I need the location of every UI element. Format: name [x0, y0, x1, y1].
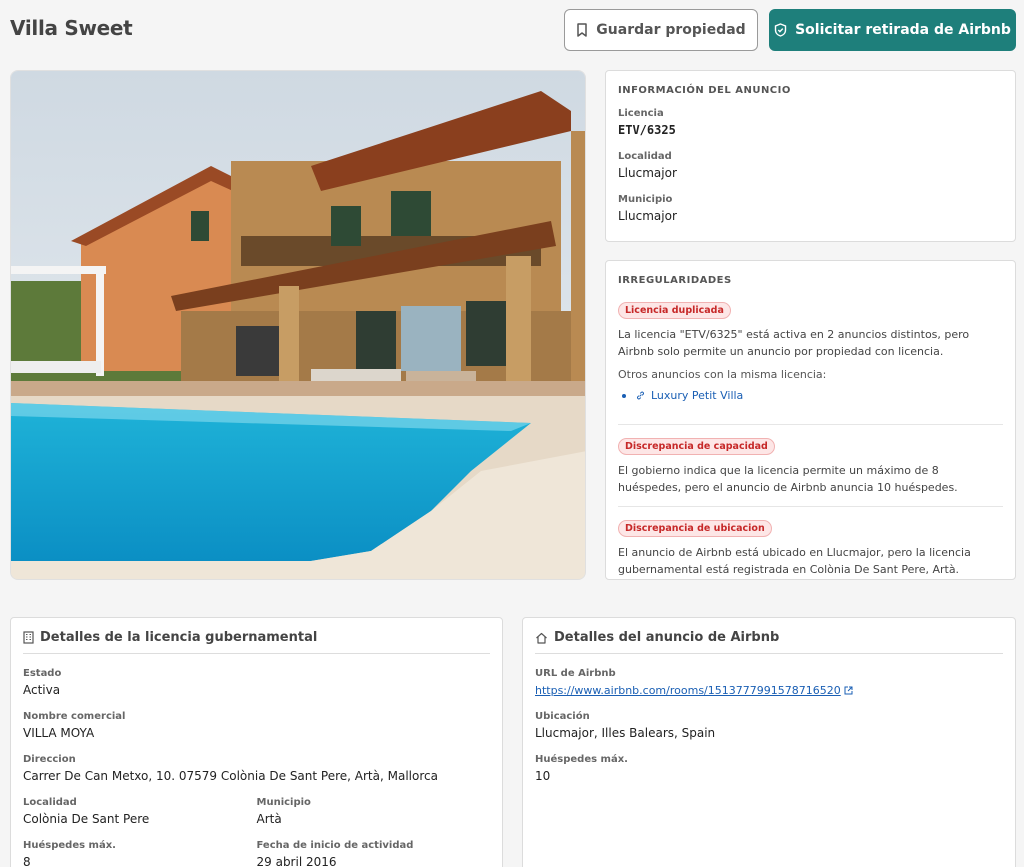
trade-name-value: VILLA MOYA	[23, 726, 95, 740]
trade-name-label: Nombre comercial	[23, 711, 126, 722]
airbnb-url-label: URL de Airbnb	[535, 668, 616, 679]
request-removal-label: Solicitar retirada de Airbnb	[795, 22, 1011, 38]
address-value: Carrer De Can Metxo, 10. 07579 Colònia D…	[23, 769, 438, 783]
address-label: Direccion	[23, 754, 76, 765]
irregularity-text: La licencia "ETV/6325" está activa en 2 …	[618, 328, 970, 358]
irregularities-card: IRREGULARIDADES Licencia duplicada La li…	[605, 260, 1016, 580]
save-property-button[interactable]: Guardar propiedad	[564, 9, 758, 51]
locality-value: Colònia De Sant Pere	[23, 812, 150, 826]
request-removal-button[interactable]: Solicitar retirada de Airbnb	[769, 9, 1016, 51]
locality-label: Localidad	[618, 151, 672, 162]
start-date-label: Fecha de inicio de actividad	[256, 840, 414, 851]
airbnb-listing-heading: Detalles del anuncio de Airbnb	[554, 630, 780, 645]
link-icon	[637, 391, 644, 400]
status-badge: Discrepancia de capacidad	[618, 438, 775, 455]
irregularity-text: El gobierno indica que la licencia permi…	[618, 464, 958, 494]
listing-info-heading: INFORMACIÓN DEL ANUNCIO	[618, 85, 791, 96]
municipality-value: Artà	[256, 812, 282, 826]
municipality-label: Municipio	[256, 797, 311, 808]
status-label: Estado	[23, 668, 62, 679]
other-listing-link[interactable]: Luxury Petit Villa	[651, 389, 743, 402]
max-guests-value: 8	[23, 855, 31, 867]
irregularity-text: El anuncio de Airbnb está ubicado en Llu…	[618, 546, 971, 576]
municipality-label: Municipio	[618, 194, 673, 205]
max-guests-label: Huéspedes máx.	[535, 754, 628, 765]
location-value: Llucmajor, Illes Balears, Spain	[535, 726, 716, 740]
location-label: Ubicación	[535, 711, 590, 722]
gov-license-card: Detalles de la licencia gubernamental Es…	[10, 617, 503, 867]
gov-license-header: Detalles de la licencia gubernamental	[23, 630, 490, 654]
listing-info-card: INFORMACIÓN DEL ANUNCIO Licencia ETV/632…	[605, 70, 1016, 242]
airbnb-url-link[interactable]: https://www.airbnb.com/rooms/15137779915…	[535, 684, 853, 697]
license-grid: Localidad Colònia De Sant Pere Huéspedes…	[23, 797, 490, 867]
start-date-value: 29 abril 2016	[256, 855, 337, 867]
irregularities-heading: IRREGULARIDADES	[618, 275, 732, 286]
irregularity-capacity: Discrepancia de capacidad El gobierno in…	[618, 434, 1003, 507]
max-guests-value: 10	[535, 769, 551, 783]
shield-icon	[774, 23, 787, 37]
external-link-icon	[844, 686, 853, 695]
airbnb-url-text: https://www.airbnb.com/rooms/15137779915…	[535, 684, 841, 697]
airbnb-listing-card: Detalles del anuncio de Airbnb URL de Ai…	[522, 617, 1016, 867]
irregularity-location: Discrepancia de ubicacion El anuncio de …	[618, 516, 1003, 588]
municipality-value: Llucmajor	[618, 209, 677, 223]
bookmark-icon	[577, 23, 588, 37]
list-item[interactable]: Luxury Petit Villa	[622, 389, 1003, 402]
save-property-label: Guardar propiedad	[596, 22, 746, 38]
status-value: Activa	[23, 683, 61, 697]
gov-license-heading: Detalles de la licencia gubernamental	[40, 630, 318, 645]
locality-value: Llucmajor	[618, 166, 677, 180]
airbnb-url-row: https://www.airbnb.com/rooms/15137779915…	[535, 683, 1003, 697]
license-value: ETV/6325	[618, 123, 676, 137]
building-icon	[23, 631, 34, 644]
airbnb-listing-header: Detalles del anuncio de Airbnb	[535, 630, 1003, 654]
status-badge: Discrepancia de ubicacion	[618, 520, 772, 537]
home-icon	[536, 632, 547, 644]
other-listings-label: Otros anuncios con la misma licencia:	[618, 368, 827, 381]
locality-label: Localidad	[23, 797, 77, 808]
page-title: Villa Sweet	[10, 16, 133, 40]
other-listings-list: Luxury Petit Villa	[618, 389, 1003, 402]
license-label: Licencia	[618, 108, 664, 119]
property-photo	[10, 70, 586, 580]
max-guests-label: Huéspedes máx.	[23, 840, 116, 851]
irregularity-duplicate-license: Licencia duplicada La licencia "ETV/6325…	[618, 298, 1003, 425]
status-badge: Licencia duplicada	[618, 302, 731, 319]
bullet	[622, 393, 626, 398]
